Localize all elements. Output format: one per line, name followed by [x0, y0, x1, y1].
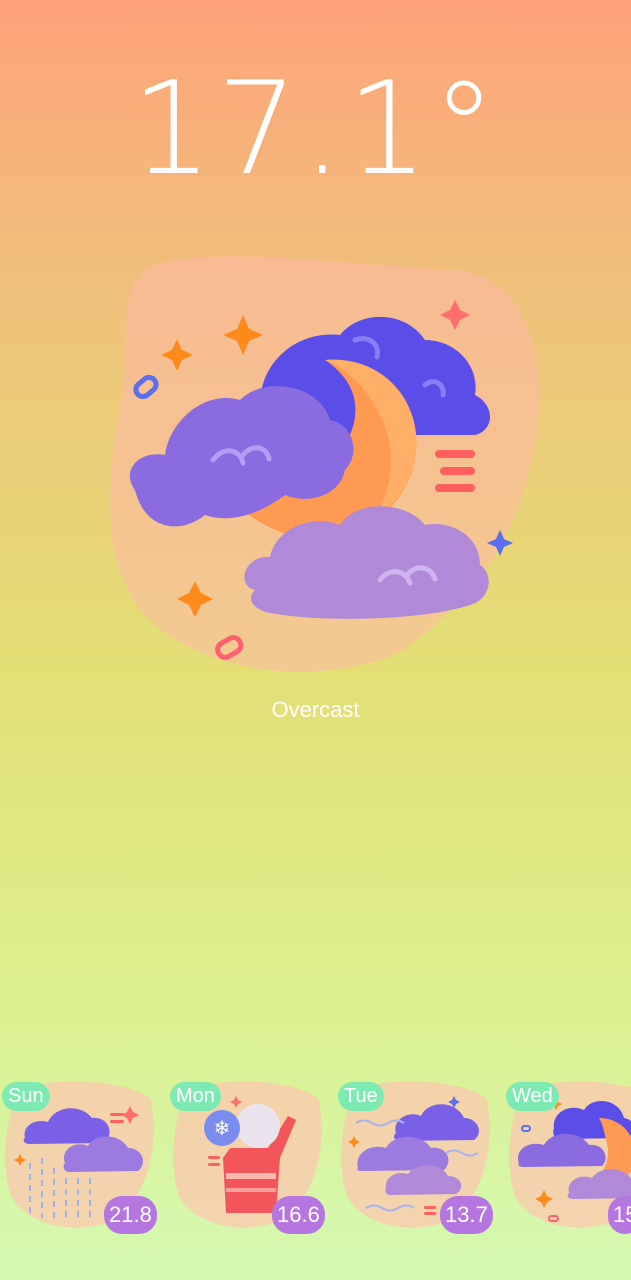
svg-text:❄: ❄ — [214, 1116, 231, 1140]
forecast-day-label: Mon — [170, 1082, 221, 1111]
forecast-day-tue[interactable]: Tue 13.7 — [336, 1078, 496, 1236]
forecast-strip[interactable]: Sun 21.8 ❄ Mon 16.6 Tue 13.7 Wed 1 — [0, 1078, 631, 1238]
forecast-day-mon[interactable]: ❄ Mon 16.6 — [168, 1078, 328, 1236]
forecast-day-label: Sun — [2, 1082, 50, 1111]
forecast-day-wed[interactable]: Wed 15 — [504, 1078, 631, 1236]
forecast-temp: 13.7 — [440, 1196, 493, 1234]
forecast-temp: 15 — [608, 1196, 631, 1234]
current-temperature: 17.1° — [131, 55, 500, 204]
moon-clouds-icon — [109, 256, 540, 672]
condition-label: Overcast — [271, 697, 360, 722]
forecast-temp: 21.8 — [104, 1196, 157, 1234]
forecast-day-label: Wed — [506, 1082, 559, 1111]
forecast-day-sun[interactable]: Sun 21.8 — [0, 1078, 160, 1236]
forecast-day-label: Tue — [338, 1082, 384, 1111]
forecast-temp: 16.6 — [272, 1196, 325, 1234]
